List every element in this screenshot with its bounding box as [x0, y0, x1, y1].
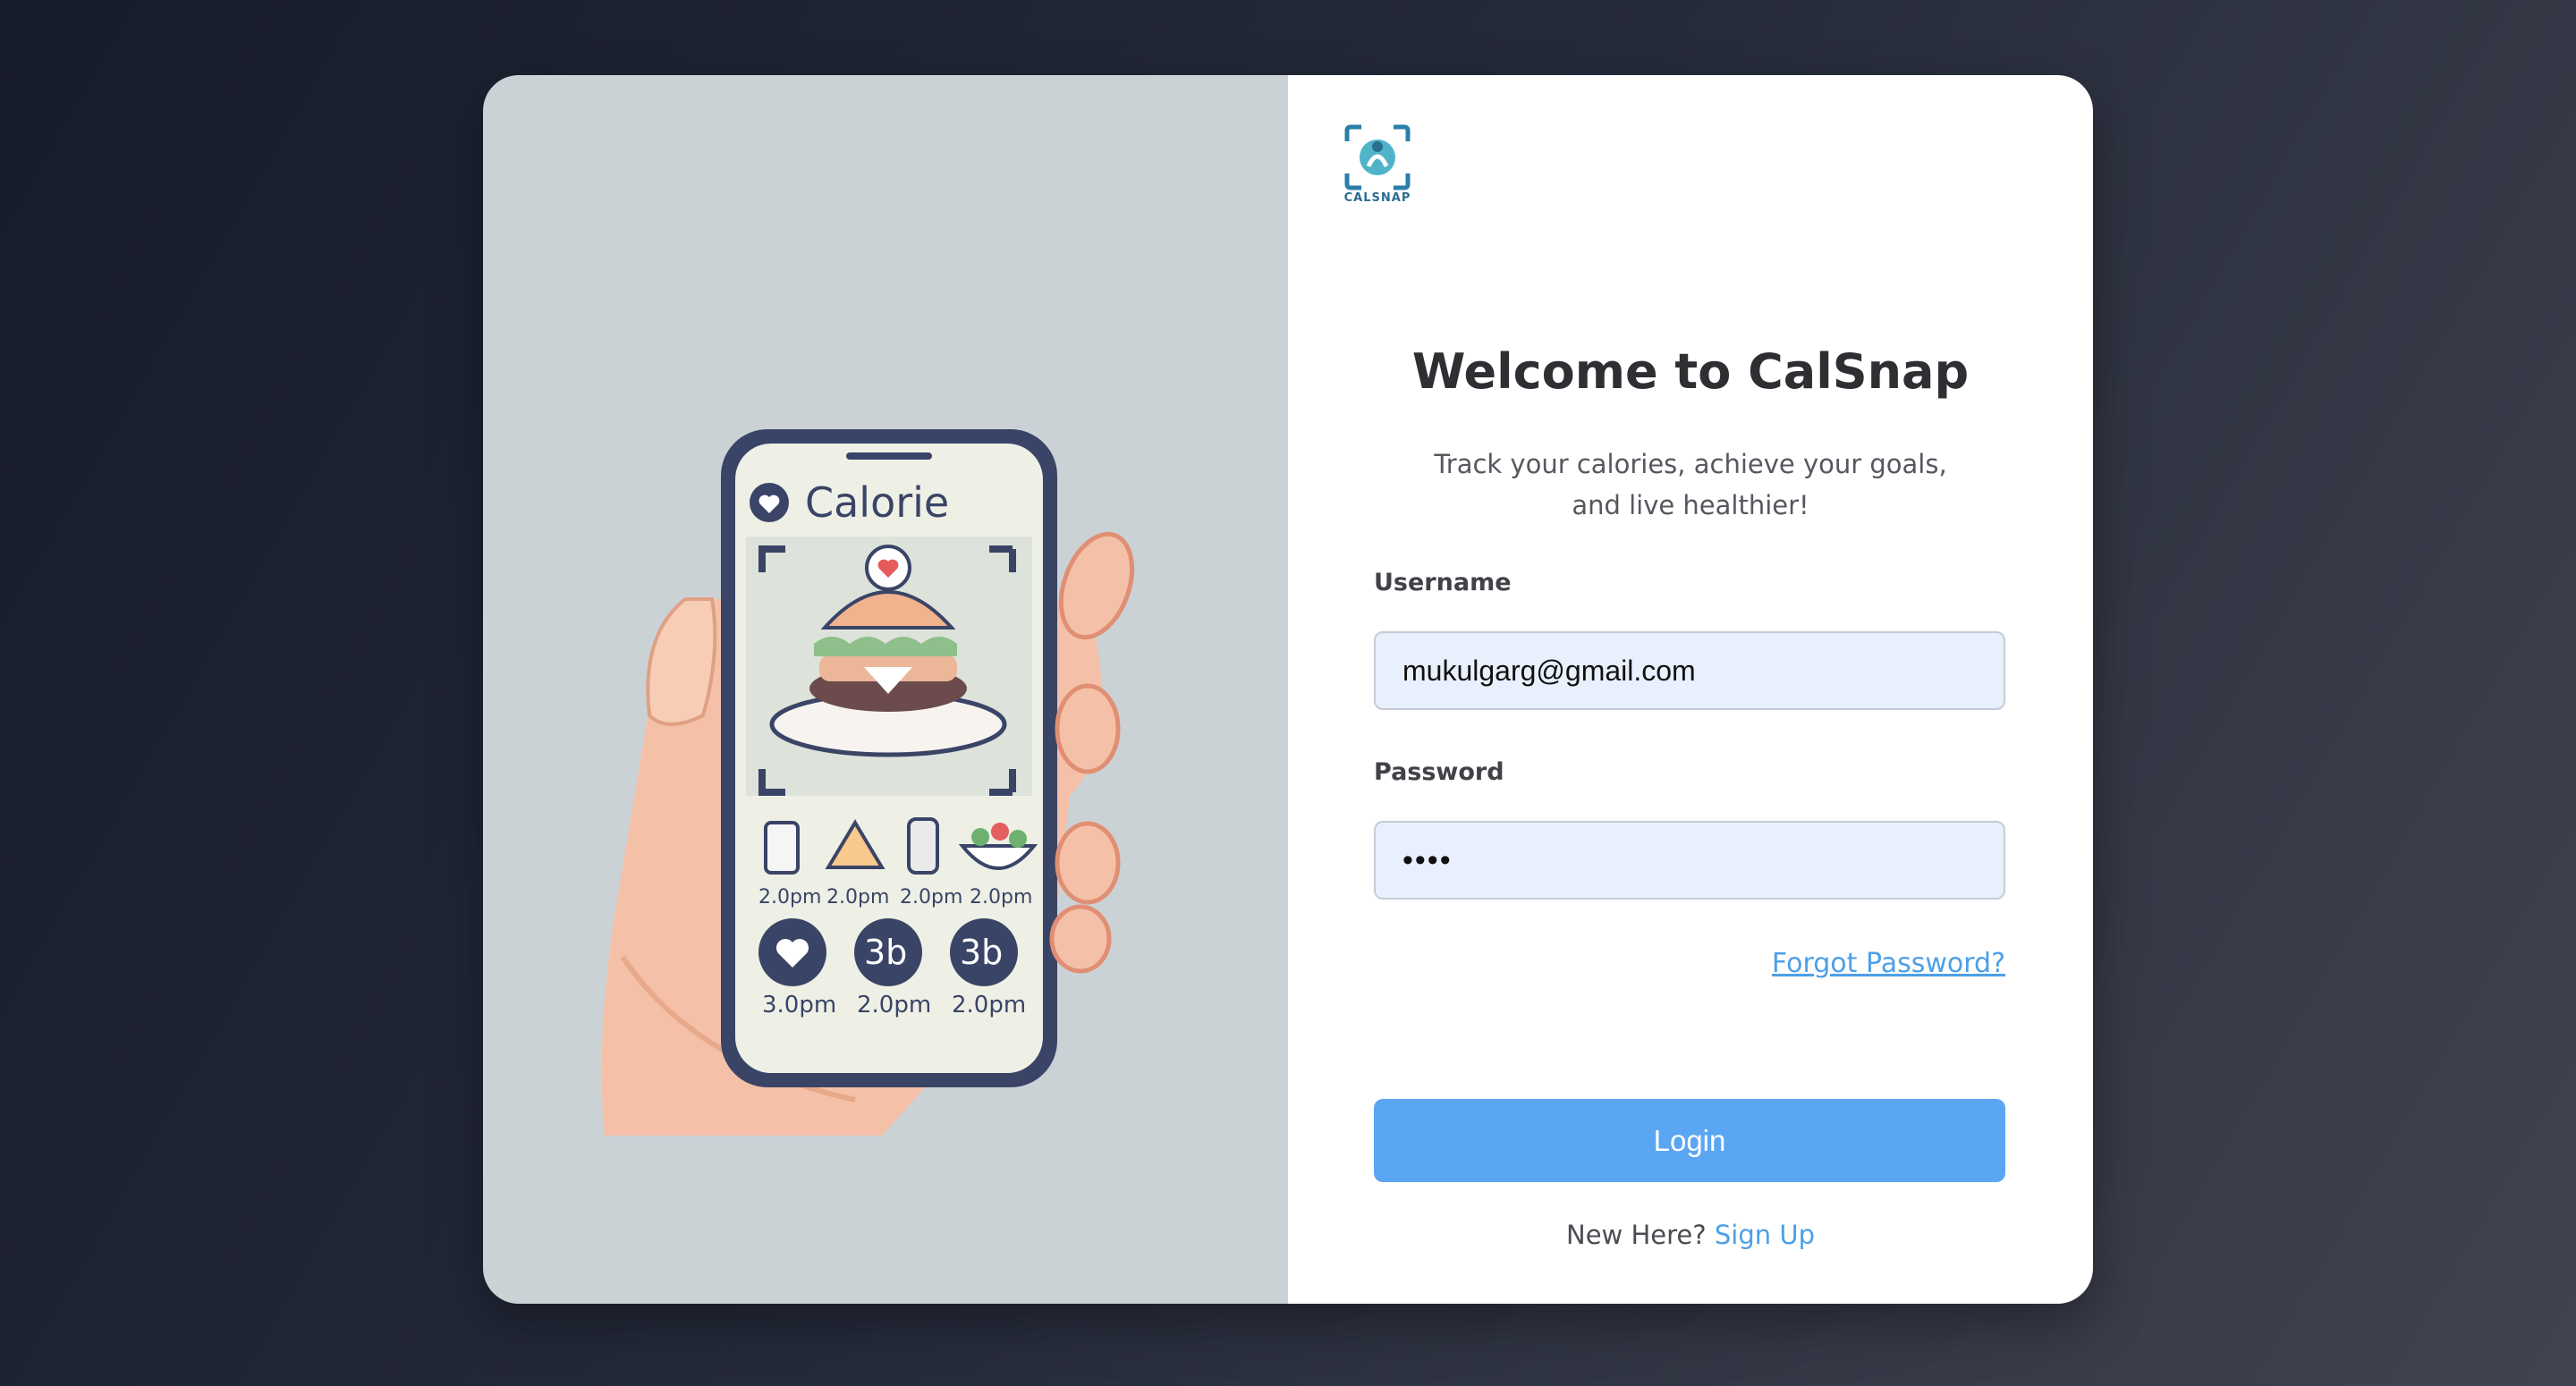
- login-card: Calorie 2.0pm 2.0pm 2.0pm 2.0pm 3b 3b 3.…: [483, 75, 2093, 1304]
- phone-in-hand-illustration: Calorie 2.0pm 2.0pm 2.0pm 2.0pm 3b 3b 3.…: [601, 429, 1135, 1136]
- badge-time-3: 2.0pm: [952, 992, 1026, 1018]
- page-title: Welcome to CalSnap: [1411, 343, 1970, 400]
- login-button[interactable]: Login: [1374, 1099, 2005, 1182]
- calsnap-logo: CALSNAP: [1342, 122, 1413, 211]
- password-label: Password: [1374, 758, 1504, 786]
- signup-link[interactable]: Sign Up: [1715, 1220, 1815, 1250]
- food-time-3: 2.0pm: [900, 886, 962, 909]
- food-time-4: 2.0pm: [970, 886, 1032, 909]
- username-label: Username: [1374, 569, 1512, 596]
- new-here-text: New Here?: [1566, 1220, 1707, 1250]
- badge-time-2: 2.0pm: [857, 992, 931, 1018]
- phone-screen-title: Calorie: [805, 478, 949, 527]
- password-input[interactable]: [1374, 821, 2005, 900]
- forgot-password-link[interactable]: Forgot Password?: [1772, 948, 2005, 979]
- badge-3-label: 3b: [960, 933, 1003, 972]
- food-time-2: 2.0pm: [826, 886, 889, 909]
- logo-text: CALSNAP: [1343, 191, 1411, 205]
- login-pane: CALSNAP Welcome to CalSnap Track your ca…: [1288, 75, 2093, 1304]
- username-input[interactable]: [1374, 631, 2005, 710]
- page-subtitle: Track your calories, achieve your goals,…: [1434, 449, 1947, 520]
- badge-2-label: 3b: [864, 933, 907, 972]
- illustration-pane: Calorie 2.0pm 2.0pm 2.0pm 2.0pm 3b 3b 3.…: [483, 75, 1288, 1304]
- food-time-1: 2.0pm: [758, 886, 821, 909]
- logo-camera-icon: [1344, 124, 1411, 190]
- signup-row: New Here? Sign Up: [1288, 1220, 2093, 1250]
- badge-time-1: 3.0pm: [762, 992, 836, 1018]
